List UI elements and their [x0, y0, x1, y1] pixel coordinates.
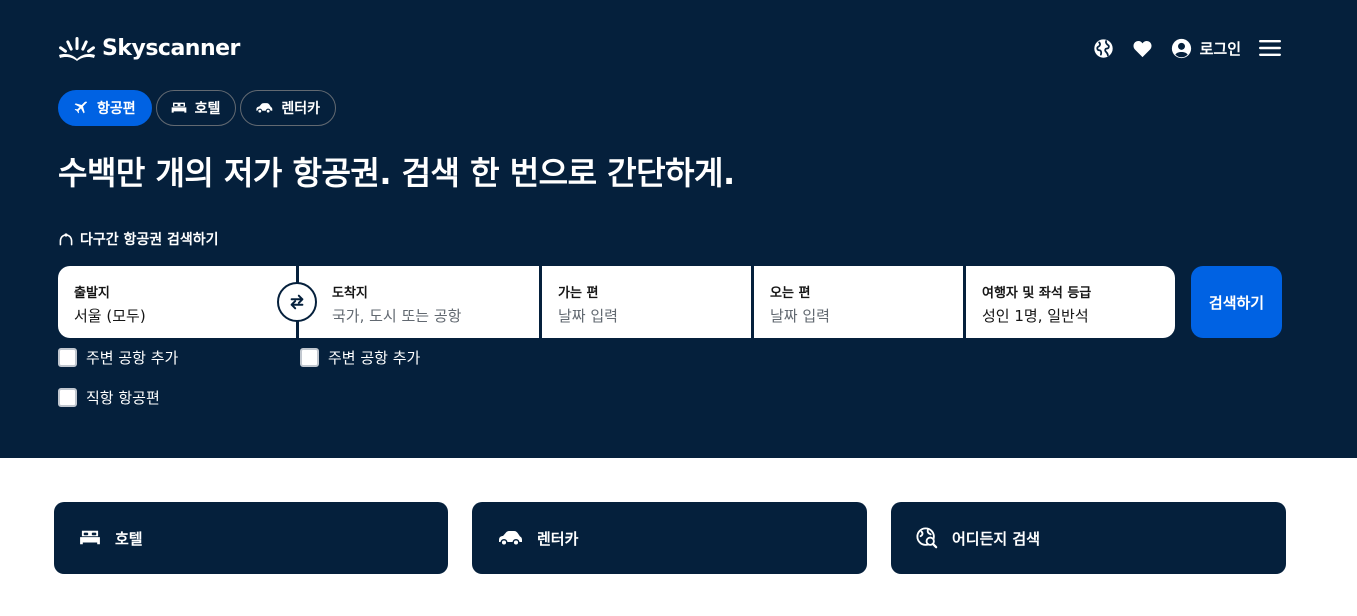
hotels-card-label: 호텔: [115, 529, 143, 548]
search-button[interactable]: 검색하기: [1191, 266, 1282, 338]
return-label: 오는 편: [770, 286, 811, 301]
origin-nearby-checkbox[interactable]: [58, 348, 77, 367]
account-icon: [1171, 38, 1191, 58]
hamburger-menu-icon[interactable]: [1259, 37, 1281, 59]
tab-flights-label: 항공편: [97, 101, 136, 117]
travellers-cabin-field[interactable]: 여행자 및 좌석 등급 성인 1명, 일반석: [966, 266, 1175, 338]
skyscanner-logo[interactable]: Skyscanner: [58, 33, 240, 63]
login-button[interactable]: 로그인: [1171, 38, 1241, 59]
globe-icon[interactable]: [1093, 37, 1115, 59]
sunrise-logo-icon: [59, 37, 95, 61]
destination-label: 도착지: [332, 286, 368, 301]
header-actions: 로그인: [1093, 35, 1281, 61]
origin-nearby-label: 주변 공항 추가: [86, 349, 179, 367]
explore-card-label: 어디든지 검색: [952, 529, 1041, 548]
direct-flights-checkbox[interactable]: [58, 388, 77, 407]
swap-arrows-icon: [290, 294, 304, 310]
tab-hotels[interactable]: 호텔: [155, 90, 237, 126]
return-date-field[interactable]: 오는 편 날짜 입력: [754, 266, 963, 338]
origin-label: 출발지: [74, 286, 110, 301]
multi-city-icon: [59, 233, 73, 246]
login-label: 로그인: [1199, 39, 1241, 58]
car-icon: [499, 531, 522, 546]
car-hire-card[interactable]: 렌터카: [472, 502, 867, 574]
plane-icon: [74, 101, 88, 114]
travellers-value: 성인 1명, 일반석: [982, 307, 1089, 325]
globe-search-icon: [916, 527, 938, 549]
destination-field[interactable]: 도착지 국가, 도시 또는 공항: [299, 266, 539, 338]
logo-text: Skyscanner: [102, 35, 240, 61]
origin-field[interactable]: 출발지 서울 (모두): [58, 266, 296, 338]
car-hire-card-label: 렌터카: [537, 529, 579, 548]
origin-nearby-airports-option[interactable]: 주변 공항 추가: [58, 347, 178, 368]
tab-flights[interactable]: 항공편: [58, 90, 152, 126]
multi-city-label: 다구간 항공권 검색하기: [80, 232, 219, 248]
page-headline: 수백만 개의 저가 항공권. 검색 한 번으로 간단하게.: [58, 154, 735, 192]
depart-label: 가는 편: [558, 286, 599, 301]
destination-placeholder: 국가, 도시 또는 공항: [332, 307, 462, 325]
destination-nearby-label: 주변 공항 추가: [328, 349, 421, 367]
hero-section: Skyscanner 로그인 항공편 호텔 렌터카 수백만 개의 저가 항공권.…: [0, 0, 1357, 458]
tab-hotels-label: 호텔: [194, 101, 221, 117]
destination-nearby-airports-option[interactable]: 주변 공항 추가: [300, 347, 420, 368]
bed-icon: [80, 530, 100, 545]
depart-date-field[interactable]: 가는 편 날짜 입력: [542, 266, 751, 338]
hotels-card[interactable]: 호텔: [54, 502, 448, 574]
swap-button[interactable]: [277, 282, 317, 322]
origin-value: 서울 (모두): [74, 307, 146, 325]
depart-placeholder: 날짜 입력: [558, 307, 618, 325]
tab-car-hire-label: 렌터카: [281, 101, 321, 117]
destination-nearby-checkbox[interactable]: [300, 348, 319, 367]
direct-flights-label: 직항 항공편: [86, 389, 160, 407]
direct-flights-option[interactable]: 직항 항공편: [58, 387, 160, 408]
multi-city-link[interactable]: 다구간 항공권 검색하기: [58, 229, 219, 249]
tab-car-hire[interactable]: 렌터카: [240, 90, 337, 126]
bed-icon: [171, 102, 186, 113]
explore-everywhere-card[interactable]: 어디든지 검색: [891, 502, 1286, 574]
return-placeholder: 날짜 입력: [770, 307, 830, 325]
heart-icon[interactable]: [1132, 37, 1154, 59]
product-tabs: 항공편 호텔 렌터카: [58, 90, 337, 126]
travellers-label: 여행자 및 좌석 등급: [982, 286, 1092, 301]
car-icon: [256, 103, 273, 114]
